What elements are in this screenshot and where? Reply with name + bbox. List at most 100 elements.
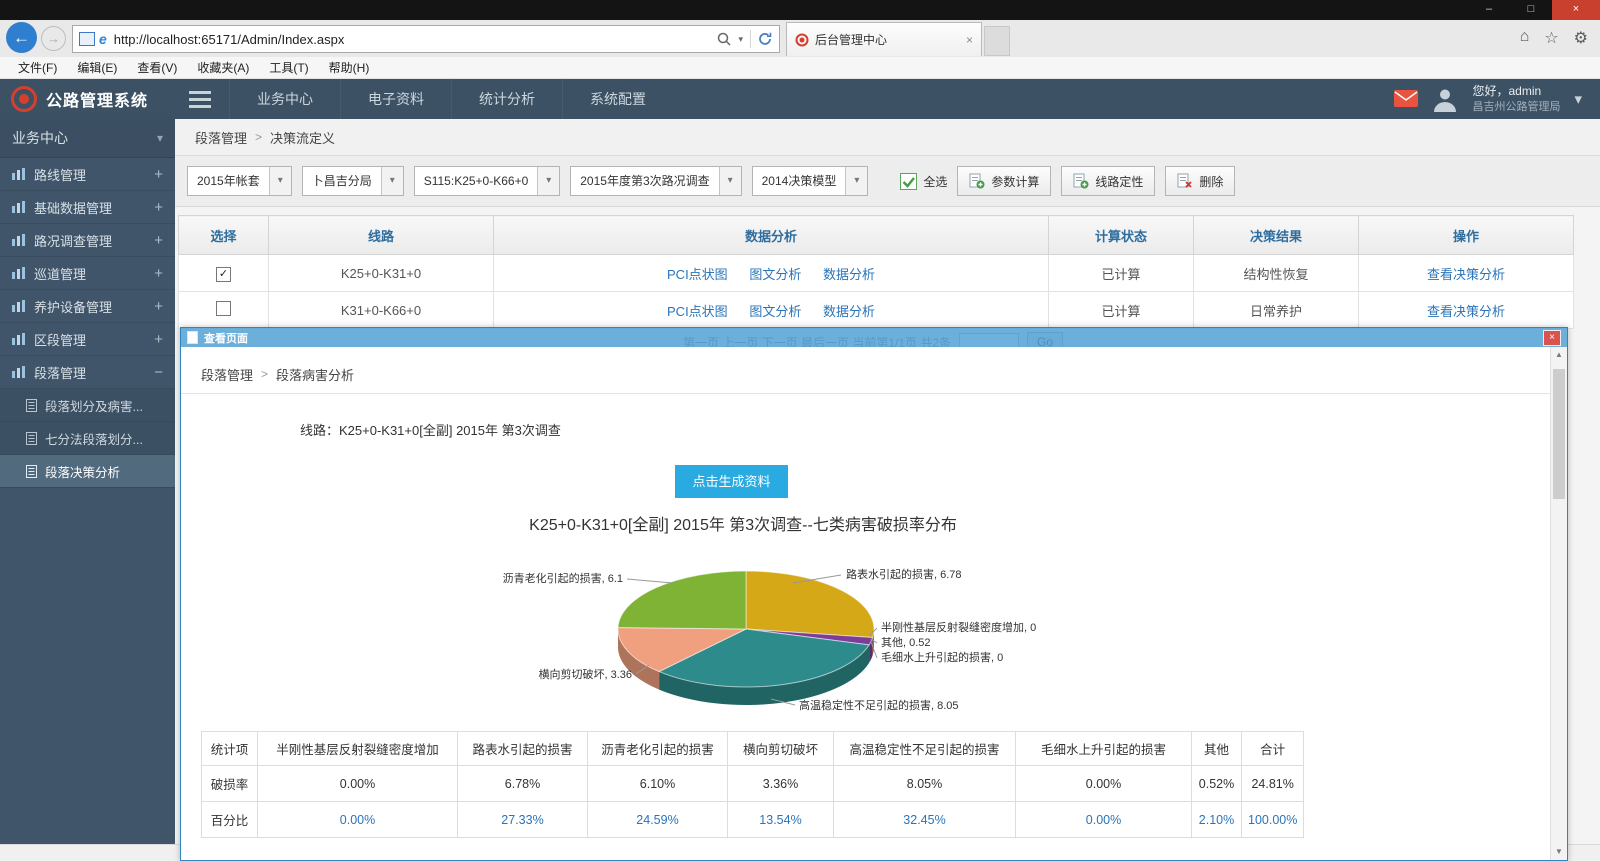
account-year-dropdown[interactable]: 2015年帐套 ▾: [187, 166, 292, 196]
compatibility-icon[interactable]: [79, 32, 95, 46]
stat-value: 27.33%: [458, 802, 588, 838]
sidebar-item-maintenance-equipment[interactable]: 养护设备管理 +: [0, 290, 175, 323]
generate-data-button[interactable]: 点击生成资料: [675, 465, 788, 498]
nav-statistics[interactable]: 统计分析: [451, 79, 562, 119]
new-tab-button[interactable]: [984, 26, 1010, 56]
pci-dot-chart-link[interactable]: PCI点状图: [667, 267, 728, 282]
pci-dot-chart-link[interactable]: PCI点状图: [667, 304, 728, 319]
back-button[interactable]: ←: [6, 22, 37, 53]
sidebar-subitem-label: 段落划分及病害...: [45, 396, 143, 415]
menu-favorites[interactable]: 收藏夹(A): [187, 59, 259, 76]
delete-button[interactable]: 删除: [1165, 166, 1235, 196]
expand-icon[interactable]: +: [154, 331, 163, 348]
view-decision-analysis-link[interactable]: 查看决策分析: [1427, 304, 1505, 319]
col-line: 线路: [269, 216, 494, 255]
line-qualify-button[interactable]: 线路定性: [1061, 166, 1155, 196]
sidebar-item-section-mgmt[interactable]: 区段管理 +: [0, 323, 175, 356]
chevron-down-icon: ▾: [719, 167, 741, 195]
expand-icon[interactable]: +: [154, 232, 163, 249]
search-dropdown-icon[interactable]: ▾: [738, 34, 743, 45]
maximize-button-icon[interactable]: □: [1510, 0, 1552, 20]
param-calc-button[interactable]: 参数计算: [957, 166, 1051, 196]
user-menu-chevron-icon[interactable]: ▾: [1574, 90, 1582, 108]
sidebar-item-label: 路线管理: [34, 165, 86, 184]
modal-breadcrumb-first[interactable]: 段落管理: [201, 365, 253, 384]
expand-icon[interactable]: +: [154, 166, 163, 183]
graphic-analysis-link[interactable]: 图文分析: [749, 267, 801, 282]
col-calc-status: 计算状态: [1049, 216, 1194, 255]
app-title: 公路管理系统: [46, 87, 148, 111]
mail-icon[interactable]: [1394, 90, 1418, 107]
sidebar-subitem-decision-analysis[interactable]: 段落决策分析: [0, 455, 175, 488]
view-page-modal: 查看页面 × 段落管理 > 段落病害分析 线路：K25+0-K31+0[全副] …: [180, 327, 1568, 861]
nav-electronic-data[interactable]: 电子资料: [340, 79, 451, 119]
search-icon[interactable]: [717, 32, 731, 46]
menu-view[interactable]: 查看(V): [127, 59, 187, 76]
menu-tools[interactable]: 工具(T): [259, 59, 318, 76]
breadcrumb-first[interactable]: 段落管理: [195, 128, 247, 147]
sidebar-item-paragraph-mgmt[interactable]: 段落管理 −: [0, 356, 175, 389]
stat-value: 0.00%: [258, 802, 458, 838]
sidebar-item-label: 路况调查管理: [34, 231, 112, 250]
data-analysis-link[interactable]: 数据分析: [823, 304, 875, 319]
svg-text:其他, 0.52: 其他, 0.52: [881, 636, 931, 649]
home-icon[interactable]: ⌂: [1520, 28, 1530, 48]
row-checkbox-unchecked[interactable]: [216, 301, 231, 316]
sidebar-section-header[interactable]: 业务中心 ▾: [0, 119, 175, 158]
collapse-icon[interactable]: −: [154, 364, 163, 381]
decision-model-dropdown[interactable]: 2014决策模型 ▾: [752, 166, 869, 196]
sidebar-item-label: 基础数据管理: [34, 198, 112, 217]
view-decision-analysis-link[interactable]: 查看决策分析: [1427, 267, 1505, 282]
browser-tab[interactable]: 后台管理中心 ×: [786, 22, 982, 56]
expand-icon[interactable]: +: [154, 199, 163, 216]
window-titlebar: – □ ×: [0, 0, 1600, 20]
damage-stats-table: 统计项 半刚性基层反射裂缝密度增加 路表水引起的损害 沥青老化引起的损害 横向剪…: [201, 731, 1304, 838]
route-dropdown[interactable]: S115:K25+0-K66+0 ▾: [414, 166, 561, 196]
select-all-checkbox[interactable]: 全选: [900, 173, 947, 190]
breadcrumb-current: 决策流定义: [270, 128, 335, 147]
survey-dropdown[interactable]: 2015年度第3次路况调查 ▾: [570, 166, 741, 196]
graphic-analysis-link[interactable]: 图文分析: [749, 304, 801, 319]
data-analysis-link[interactable]: 数据分析: [823, 267, 875, 282]
sidebar-subitem-seven-method[interactable]: 七分法段落划分...: [0, 422, 175, 455]
stats-col: 合计: [1242, 732, 1304, 766]
url-text[interactable]: http://localhost:65171/Admin/Index.aspx: [114, 32, 718, 47]
settings-gear-icon[interactable]: ⚙: [1574, 28, 1588, 48]
branch-dropdown[interactable]: 卜昌吉分局 ▾: [302, 166, 404, 196]
nav-business-center[interactable]: 业务中心: [229, 79, 340, 119]
sidebar-item-road-survey[interactable]: 路况调查管理 +: [0, 224, 175, 257]
status-cell: 已计算: [1049, 255, 1194, 292]
expand-icon[interactable]: +: [154, 265, 163, 282]
line-cell: K31+0-K66+0: [269, 292, 494, 329]
user-avatar-icon[interactable]: [1432, 86, 1458, 112]
document-icon: [26, 432, 37, 445]
stat-value: 8.05%: [834, 766, 1016, 802]
forward-button[interactable]: →: [41, 26, 66, 51]
minimize-button-icon[interactable]: –: [1468, 0, 1510, 20]
modal-titlebar[interactable]: 查看页面 ×: [181, 328, 1567, 347]
stats-col: 毛细水上升引起的损害: [1016, 732, 1192, 766]
nav-system-config[interactable]: 系统配置: [562, 79, 673, 119]
divider: [750, 30, 751, 48]
doc-plus-icon: [969, 173, 985, 189]
refresh-icon[interactable]: [758, 32, 772, 46]
hamburger-menu-icon[interactable]: [189, 91, 211, 108]
sidebar-item-basic-data[interactable]: 基础数据管理 +: [0, 191, 175, 224]
sidebar-item-patrol[interactable]: 巡道管理 +: [0, 257, 175, 290]
modal-close-icon[interactable]: ×: [1543, 330, 1561, 346]
address-bar[interactable]: e http://localhost:65171/Admin/Index.asp…: [72, 25, 780, 53]
menu-file[interactable]: 文件(F): [8, 59, 67, 76]
expand-icon[interactable]: +: [154, 298, 163, 315]
menu-edit[interactable]: 编辑(E): [67, 59, 127, 76]
modal-scrollbar[interactable]: ▲ ▼: [1550, 347, 1567, 860]
close-button-icon[interactable]: ×: [1552, 0, 1600, 20]
scrollbar-thumb[interactable]: [1553, 369, 1565, 499]
menu-help[interactable]: 帮助(H): [319, 59, 380, 76]
scroll-up-icon[interactable]: ▲: [1551, 347, 1567, 363]
tab-close-icon[interactable]: ×: [966, 33, 973, 47]
sidebar-item-route-mgmt[interactable]: 路线管理 +: [0, 158, 175, 191]
favorites-star-icon[interactable]: ☆: [1544, 28, 1558, 48]
scroll-down-icon[interactable]: ▼: [1551, 844, 1567, 860]
row-checkbox-checked[interactable]: ✓: [216, 267, 231, 282]
sidebar-subitem-paragraph-division[interactable]: 段落划分及病害...: [0, 389, 175, 422]
